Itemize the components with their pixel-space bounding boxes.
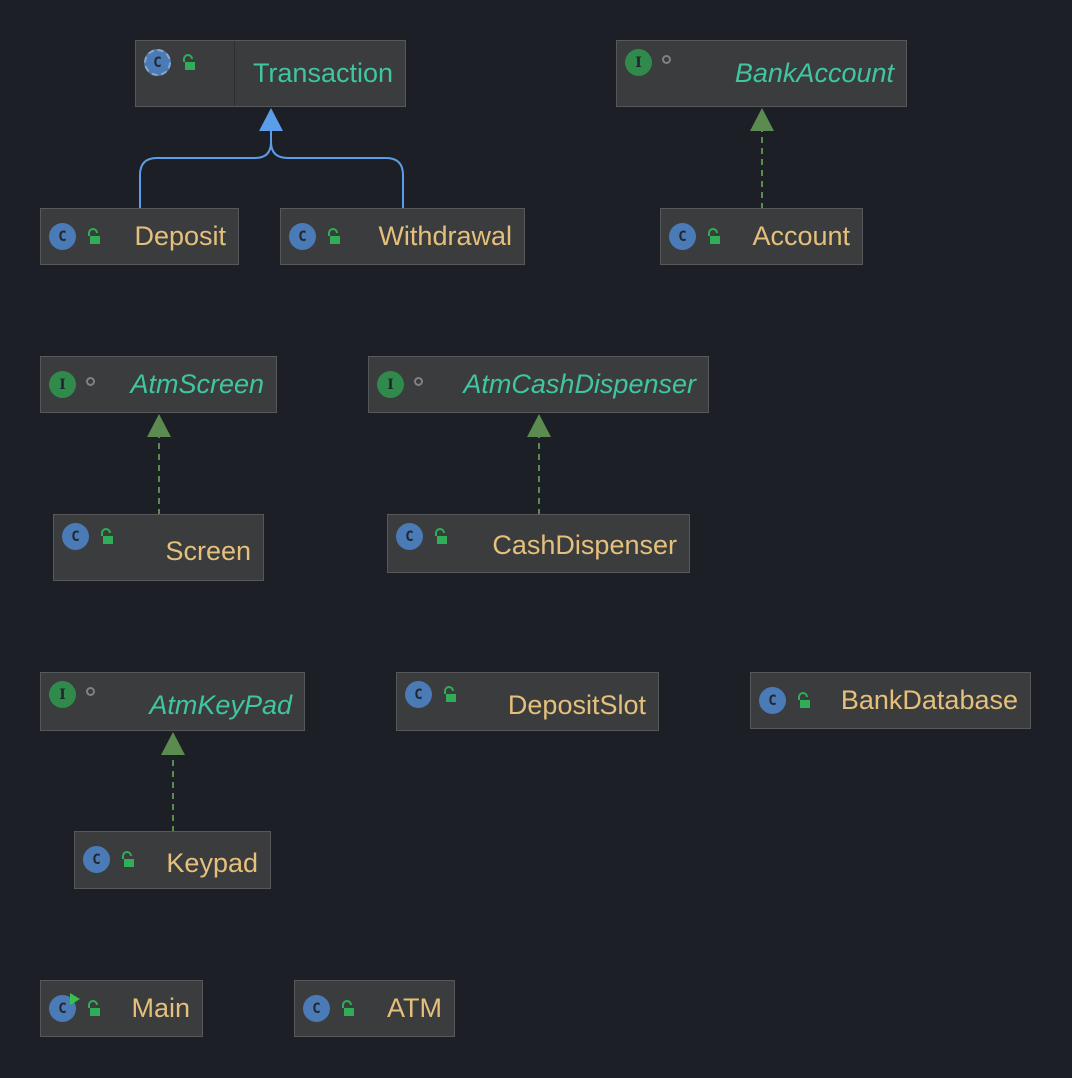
edge-extends-deposit-withdrawal-transaction: [139, 108, 404, 209]
node-label: Withdrawal: [378, 221, 512, 251]
package-dot-icon: [414, 377, 423, 386]
public-lock-icon: [88, 999, 100, 1016]
public-lock-icon: [342, 999, 354, 1016]
public-lock-icon: [798, 691, 810, 708]
node-label: CashDispenser: [492, 530, 677, 560]
interface-icon: I: [49, 371, 76, 398]
class-icon: C: [405, 681, 432, 708]
package-dot-icon: [662, 55, 671, 64]
implements-arrowhead-bankaccount: [750, 108, 774, 131]
interface-icon: I: [625, 49, 652, 76]
runnable-class-icon: C: [49, 993, 80, 1022]
node-atm[interactable]: C ATM: [294, 980, 455, 1037]
node-atmkeypad[interactable]: I AtmKeyPad: [40, 672, 305, 731]
node-label: BankAccount: [734, 58, 894, 88]
public-lock-icon: [444, 685, 456, 702]
node-label: ATM: [387, 993, 442, 1023]
interface-icon: I: [49, 681, 76, 708]
class-icon: C: [303, 995, 330, 1022]
class-icon: C: [83, 846, 110, 873]
interface-icon: I: [377, 371, 404, 398]
public-lock-icon: [88, 227, 100, 244]
node-atmcashdispenser[interactable]: I AtmCashDispenser: [368, 356, 709, 413]
class-icon: C: [62, 523, 89, 550]
class-icon: C: [49, 223, 76, 250]
public-lock-icon: [183, 53, 195, 70]
node-withdrawal[interactable]: C Withdrawal: [280, 208, 525, 265]
node-bankaccount[interactable]: I BankAccount: [616, 40, 907, 107]
node-label: Transaction: [252, 58, 393, 88]
class-icon: C: [289, 223, 316, 250]
node-label: Account: [752, 221, 850, 251]
public-lock-icon: [328, 227, 340, 244]
node-label: Deposit: [134, 221, 226, 251]
package-dot-icon: [86, 687, 95, 696]
public-lock-icon: [708, 227, 720, 244]
node-label: AtmKeyPad: [149, 690, 292, 720]
implements-arrowhead-atmscreen: [147, 414, 171, 437]
edge-deposit-to-transaction: [139, 131, 272, 209]
node-atmscreen[interactable]: I AtmScreen: [40, 356, 277, 413]
node-bankdatabase[interactable]: C BankDatabase: [750, 672, 1031, 729]
node-deposit[interactable]: C Deposit: [40, 208, 239, 265]
extends-arrowhead-transaction: [259, 108, 283, 131]
node-transaction[interactable]: C Transaction: [135, 40, 406, 107]
node-label: DepositSlot: [507, 690, 646, 720]
class-icon: C: [669, 223, 696, 250]
node-label: Screen: [165, 536, 251, 566]
node-label: Main: [131, 993, 190, 1023]
node-cashdispenser[interactable]: C CashDispenser: [387, 514, 690, 573]
class-icon: C: [396, 523, 423, 550]
class-icon: C: [759, 687, 786, 714]
node-screen[interactable]: C Screen: [53, 514, 264, 581]
public-lock-icon: [435, 527, 447, 544]
package-dot-icon: [86, 377, 95, 386]
node-keypad[interactable]: C Keypad: [74, 831, 271, 889]
node-depositslot[interactable]: C DepositSlot: [396, 672, 659, 731]
node-label: AtmScreen: [130, 369, 264, 399]
node-label: Keypad: [166, 847, 258, 878]
public-lock-icon: [122, 850, 134, 867]
node-account[interactable]: C Account: [660, 208, 863, 265]
implements-arrowhead-atmkeypad: [161, 732, 185, 755]
abstract-class-icon: C: [144, 49, 171, 76]
edge-withdrawal-to-transaction: [270, 141, 404, 209]
implements-arrowhead-atmcashdispenser: [527, 414, 551, 437]
public-lock-icon: [101, 527, 113, 544]
node-main[interactable]: C Main: [40, 980, 203, 1037]
node-label: BankDatabase: [840, 685, 1018, 715]
node-label: AtmCashDispenser: [463, 369, 696, 399]
node-divider: [234, 41, 235, 106]
